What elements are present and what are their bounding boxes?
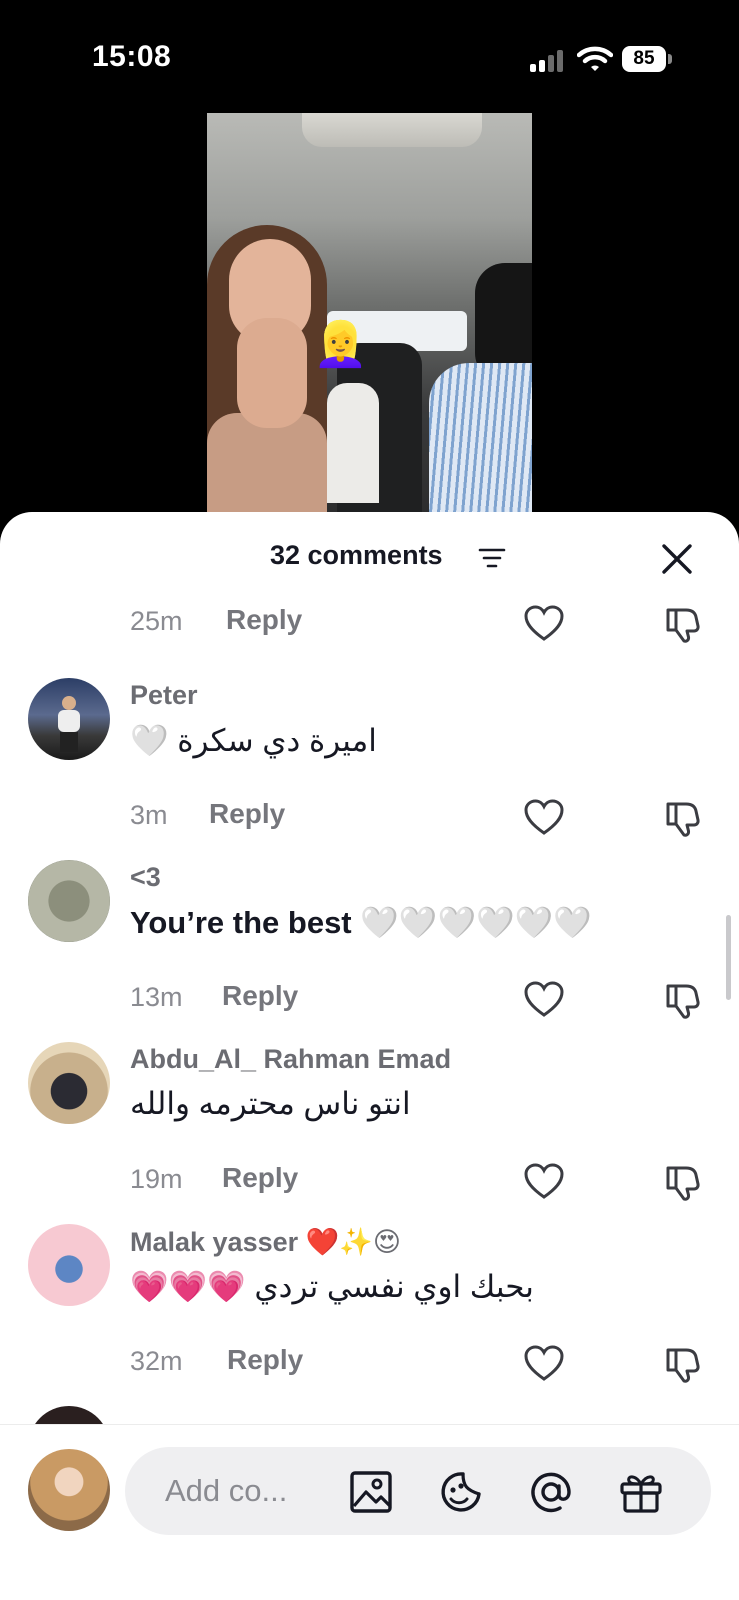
dislike-icon[interactable] <box>662 798 702 838</box>
emoji-icon[interactable] <box>437 1468 485 1516</box>
filter-icon[interactable] <box>478 546 506 570</box>
comment-input-placeholder[interactable]: Add co... <box>165 1473 287 1509</box>
comment-text: 💗💗💗 بحبك اوي نفسي تردي <box>130 1269 534 1304</box>
face-sticker-icon: 👱‍♀️ <box>313 320 368 369</box>
comment-item: Malak yasser ❤️✨😍 💗💗💗 بحبك اوي نفسي تردي… <box>0 1224 739 1404</box>
close-icon[interactable] <box>660 542 694 576</box>
gift-icon[interactable] <box>617 1468 665 1516</box>
reply-button[interactable]: Reply <box>209 798 285 830</box>
comment-meta-row: 3m Reply <box>0 786 739 846</box>
current-user-avatar[interactable] <box>28 1449 110 1531</box>
comment-input[interactable]: Add co... <box>125 1447 711 1535</box>
dislike-icon[interactable] <box>662 1344 702 1384</box>
status-bar: 15:08 85 <box>0 0 739 110</box>
image-icon[interactable] <box>347 1468 395 1516</box>
avatar[interactable] <box>28 860 110 942</box>
comment-meta-row: 19m Reply <box>0 1150 739 1210</box>
comments-count-title: 32 comments <box>270 540 443 570</box>
avatar[interactable] <box>28 1224 110 1306</box>
comment-list[interactable]: 25m Reply Peter 🤍 اميرة دي سكرة 3m Reply <box>0 582 739 1424</box>
comment-composer: Add co... <box>0 1424 739 1600</box>
comment-meta-row: 13m Reply <box>0 968 739 1028</box>
avatar[interactable] <box>28 1042 110 1124</box>
scroll-indicator[interactable] <box>726 915 731 1000</box>
reply-button[interactable]: Reply <box>226 604 302 636</box>
comment-username[interactable]: <3 <box>130 862 161 893</box>
comment-username[interactable]: Peter <box>130 680 198 711</box>
comment-text: انتو ناس محترمه والله <box>130 1086 411 1121</box>
reply-button[interactable]: Reply <box>222 980 298 1012</box>
reply-button[interactable]: Reply <box>222 1162 298 1194</box>
mention-icon[interactable] <box>527 1468 575 1516</box>
comment-meta-row: 32m Reply <box>0 1332 739 1392</box>
avatar[interactable] <box>28 678 110 760</box>
comment-username[interactable]: Abdu_Al_ Rahman Emad <box>130 1044 451 1075</box>
comment-text: 🤍 اميرة دي سكرة <box>130 723 377 758</box>
battery-icon: 85 <box>622 46 672 72</box>
heart-icon[interactable] <box>523 980 565 1018</box>
dislike-icon[interactable] <box>662 980 702 1020</box>
comment-username[interactable]: Malak yasser ❤️✨😍 <box>130 1226 401 1258</box>
sheet-header: 32 comments <box>0 512 739 582</box>
comment-time: 3m <box>130 800 168 830</box>
reply-button[interactable]: Reply <box>227 1344 303 1376</box>
avatar[interactable] <box>28 1406 110 1424</box>
dislike-icon[interactable] <box>662 1162 702 1202</box>
video-player[interactable]: 👱‍♀️ <box>0 110 739 533</box>
cellular-signal-icon <box>530 50 564 72</box>
status-time: 15:08 <box>92 40 172 73</box>
heart-icon[interactable] <box>523 604 565 642</box>
battery-level: 85 <box>633 48 655 69</box>
video-frame[interactable]: 👱‍♀️ <box>207 113 532 533</box>
dislike-icon[interactable] <box>662 604 702 644</box>
heart-icon[interactable] <box>523 1344 565 1382</box>
comment-text: You’re the best 🤍🤍🤍🤍🤍🤍 <box>130 905 592 940</box>
heart-icon[interactable] <box>523 798 565 836</box>
comment-time: 13m <box>130 982 183 1012</box>
comment-item: <3 You’re the best 🤍🤍🤍🤍🤍🤍 13m Reply <box>0 860 739 1040</box>
wifi-icon <box>577 46 613 71</box>
comment-time: 32m <box>130 1346 183 1376</box>
comment-item: Peter 🤍 اميرة دي سكرة 3m Reply <box>0 678 739 858</box>
comment-item: Abdu_Al_ Rahman Emad انتو ناس محترمه وال… <box>0 1042 739 1222</box>
comment-meta-row: 25m Reply <box>0 592 739 652</box>
comment-time: 25m <box>130 606 183 636</box>
heart-icon[interactable] <box>523 1162 565 1200</box>
comment-time: 19m <box>130 1164 183 1194</box>
